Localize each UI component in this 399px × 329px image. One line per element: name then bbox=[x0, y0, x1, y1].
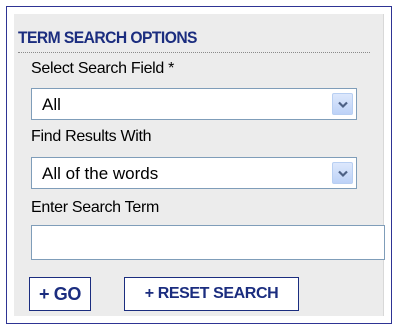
go-button-label: + GO bbox=[39, 284, 81, 304]
find-results-select[interactable]: All of the words bbox=[31, 157, 357, 189]
search-term-input[interactable] bbox=[31, 225, 385, 260]
find-results-dropdown-button[interactable] bbox=[332, 162, 353, 184]
title-divider bbox=[18, 52, 370, 53]
find-results-value: All of the words bbox=[42, 164, 159, 183]
search-field-label: Select Search Field * bbox=[31, 60, 175, 77]
go-button[interactable]: + GO bbox=[29, 277, 91, 311]
reset-search-button[interactable]: + RESET SEARCH bbox=[124, 277, 299, 311]
find-results-label: Find Results With bbox=[31, 128, 152, 145]
reset-search-button-label: + RESET SEARCH bbox=[144, 285, 279, 302]
search-field-value: All bbox=[42, 95, 61, 114]
chevron-down-icon bbox=[338, 101, 348, 109]
panel-title: TERM SEARCH OPTIONS bbox=[18, 28, 198, 47]
chevron-down-icon bbox=[338, 170, 348, 178]
search-field-select[interactable]: All bbox=[31, 88, 357, 120]
search-term-label: Enter Search Term bbox=[31, 199, 159, 216]
search-field-dropdown-button[interactable] bbox=[332, 93, 353, 115]
